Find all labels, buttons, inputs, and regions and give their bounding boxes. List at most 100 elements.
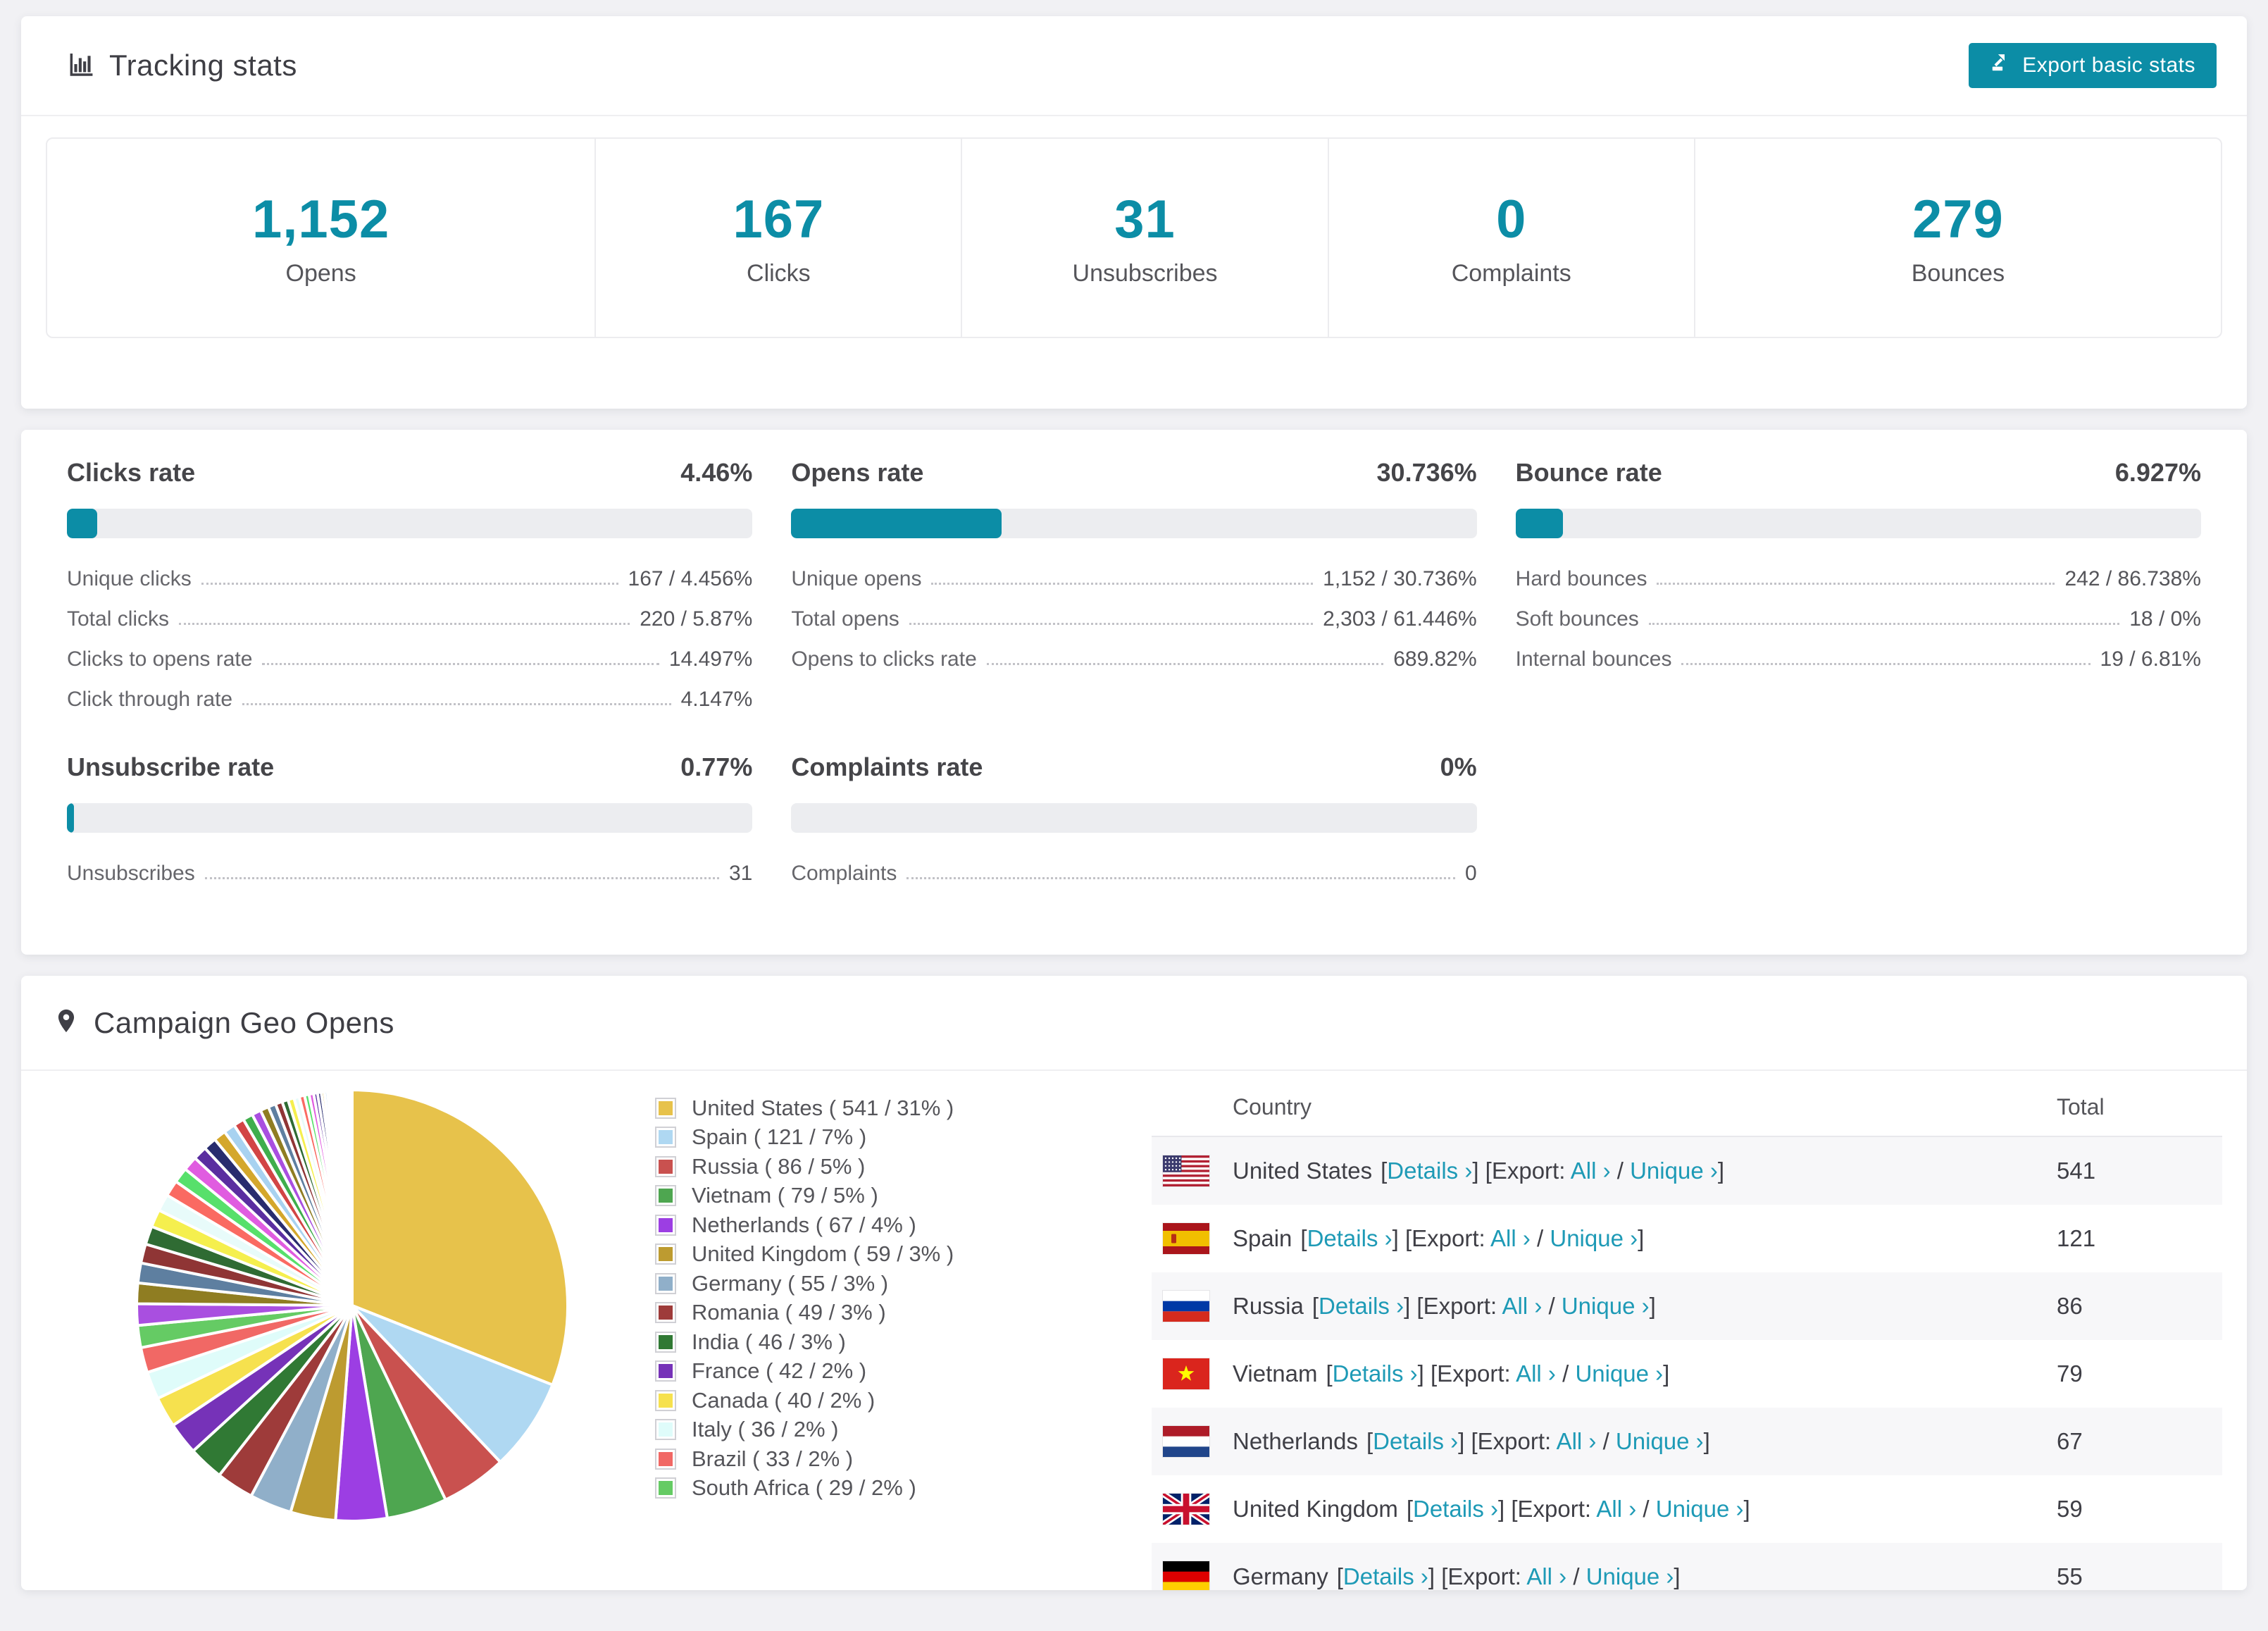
progress-bar-unsubscribe-rate [67, 803, 753, 833]
rate-block-complaints-rate: Complaints rate 0% Complaints 0 [791, 752, 1477, 886]
rate-row-internal-bounces: Internal bounces 19 / 6.81% [1516, 631, 2201, 671]
legend-item-south-africa[interactable]: South Africa ( 29 / 2% ) [655, 1474, 954, 1503]
legend-label-vietnam: Vietnam ( 79 / 5% ) [692, 1183, 878, 1208]
country-name: Spain [1233, 1225, 1292, 1251]
rate-row-value: 242 / 86.738% [2064, 567, 2201, 590]
details-link[interactable]: Details › [1373, 1428, 1458, 1454]
legend-item-russia[interactable]: Russia ( 86 / 5% ) [655, 1152, 954, 1182]
tracking-stats-card: Tracking stats Export basic stats 1,152 O… [21, 16, 2247, 409]
rate-row-value: 1,152 / 30.736% [1323, 567, 1477, 590]
dotted-leader [986, 663, 1384, 665]
details-link[interactable]: Details › [1333, 1360, 1418, 1387]
legend-item-vietnam[interactable]: Vietnam ( 79 / 5% ) [655, 1182, 954, 1211]
stat-label-unsubscribes: Unsubscribes [1072, 259, 1218, 287]
rate-block-unsubscribe-rate: Unsubscribe rate 0.77% Unsubscribes 31 [67, 752, 753, 886]
rate-title-clicks-rate: Clicks rate [67, 458, 196, 487]
legend-item-brazil[interactable]: Brazil ( 33 / 2% ) [655, 1444, 954, 1474]
rate-value-bounce-rate: 6.927% [2114, 458, 2201, 487]
export-all-link[interactable]: All › [1596, 1496, 1636, 1522]
country-total: 121 [2057, 1225, 2096, 1251]
details-link[interactable]: Details › [1319, 1293, 1404, 1319]
tracking-stats-header: Tracking stats Export basic stats [21, 16, 2247, 116]
country-total: 86 [2057, 1293, 2083, 1319]
rate-row-total-opens: Total opens 2,303 / 61.446% [791, 591, 1476, 631]
stat-cell-clicks: 167 Clicks [596, 139, 963, 337]
export-unique-link[interactable]: Unique › [1550, 1225, 1638, 1251]
legend-swatch-south-africa [655, 1477, 676, 1499]
details-link[interactable]: Details › [1307, 1225, 1392, 1251]
export-all-link[interactable]: All › [1516, 1360, 1556, 1387]
country-total: 59 [2057, 1496, 2083, 1522]
export-unique-link[interactable]: Unique › [1562, 1293, 1650, 1319]
rate-row-value: 18 / 0% [2129, 607, 2201, 631]
export-all-link[interactable]: All › [1526, 1563, 1566, 1589]
export-unique-link[interactable]: Unique › [1575, 1360, 1663, 1387]
stat-value-complaints: 0 [1496, 189, 1527, 249]
country-cell: United States [Details ›] [Export: All › … [1152, 1155, 2057, 1186]
pie-slice-other[interactable] [349, 1088, 354, 1306]
stat-value-bounces: 279 [1912, 189, 2004, 249]
rate-row-unique-opens: Unique opens 1,152 / 30.736% [791, 551, 1476, 591]
rate-row-value: 0 [1464, 862, 1477, 885]
legend-item-netherlands[interactable]: Netherlands ( 67 / 4% ) [655, 1210, 954, 1240]
dotted-leader [242, 703, 671, 705]
rate-row-label: Unsubscribes [67, 862, 195, 885]
legend-label-netherlands: Netherlands ( 67 / 4% ) [692, 1212, 916, 1237]
rate-row-label: Hard bounces [1515, 567, 1647, 590]
table-row-russia: Russia [Details ›] [Export: All › / Uniqu… [1152, 1272, 2222, 1340]
rate-row-clicks-to-opens-rate: Clicks to opens rate 14.497% [67, 631, 752, 671]
country-links: [Details ›] [Export: All › / Unique ›] [1381, 1158, 1724, 1184]
rate-row-unique-clicks: Unique clicks 167 / 4.456% [67, 551, 752, 591]
rate-title-bounce-rate: Bounce rate [1515, 458, 1662, 487]
bar-chart-icon [67, 51, 94, 81]
map-pin-icon [53, 1007, 80, 1038]
rate-value-clicks-rate: 4.46% [680, 458, 753, 487]
legend-item-india[interactable]: India ( 46 / 3% ) [655, 1327, 954, 1357]
export-basic-stats-button[interactable]: Export basic stats [1969, 43, 2217, 88]
legend-item-canada[interactable]: Canada ( 40 / 2% ) [655, 1386, 954, 1415]
legend-item-france[interactable]: France ( 42 / 2% ) [655, 1357, 954, 1387]
legend-swatch-italy [655, 1419, 676, 1441]
rates-card: Clicks rate 4.46% Unique clicks 167 / 4.456… [21, 430, 2247, 955]
export-all-link[interactable]: All › [1490, 1225, 1531, 1251]
stat-value-clicks: 167 [733, 189, 825, 249]
flag-nl-icon [1163, 1426, 1209, 1457]
legend-item-spain[interactable]: Spain ( 121 / 7% ) [655, 1123, 954, 1153]
details-link[interactable]: Details › [1387, 1158, 1472, 1184]
export-unique-link[interactable]: Unique › [1586, 1563, 1674, 1589]
export-unique-link[interactable]: Unique › [1616, 1428, 1704, 1454]
geo-table: Country Total United States [Details ›] [… [1152, 1078, 2222, 1590]
rate-row-unsubscribes: Unsubscribes 31 [67, 845, 752, 886]
stat-label-complaints: Complaints [1451, 259, 1571, 287]
country-name: Vietnam [1233, 1360, 1318, 1387]
rate-row-value: 4.147% [680, 688, 753, 711]
geo-table-header: Country Total [1152, 1078, 2222, 1137]
country-column-header: Country [1233, 1093, 1312, 1120]
country-name: Germany [1233, 1563, 1328, 1589]
table-row-netherlands: Netherlands [Details ›] [Export: All › / … [1152, 1408, 2222, 1475]
legend-item-romania[interactable]: Romania ( 49 / 3% ) [655, 1298, 954, 1328]
export-unique-link[interactable]: Unique › [1630, 1158, 1718, 1184]
legend-label-south-africa: South Africa ( 29 / 2% ) [692, 1475, 916, 1501]
export-unique-link[interactable]: Unique › [1656, 1496, 1744, 1522]
rate-block-bounce-rate: Bounce rate 6.927% Hard bounces 242 / 86.73… [1515, 458, 2201, 712]
legend-item-united-states[interactable]: United States ( 541 / 31% ) [655, 1093, 954, 1123]
legend-swatch-france [655, 1360, 676, 1382]
details-link[interactable]: Details › [1343, 1563, 1428, 1589]
country-links: [Details ›] [Export: All › / Unique ›] [1300, 1225, 1645, 1251]
legend-item-united-kingdom[interactable]: United Kingdom ( 59 / 3% ) [655, 1240, 954, 1270]
details-link[interactable]: Details › [1413, 1496, 1498, 1522]
country-total: 541 [2057, 1158, 2096, 1184]
export-all-link[interactable]: All › [1557, 1428, 1597, 1454]
dotted-leader [201, 583, 618, 585]
rate-row-label: Total opens [791, 607, 899, 631]
legend-label-spain: Spain ( 121 / 7% ) [692, 1124, 867, 1150]
export-all-link[interactable]: All › [1502, 1293, 1542, 1319]
export-all-link[interactable]: All › [1571, 1158, 1611, 1184]
legend-item-germany[interactable]: Germany ( 55 / 3% ) [655, 1269, 954, 1298]
dotted-leader [262, 663, 659, 665]
legend-item-italy[interactable]: Italy ( 36 / 2% ) [655, 1415, 954, 1445]
legend-label-canada: Canada ( 40 / 2% ) [692, 1387, 876, 1413]
table-row-spain: Spain [Details ›] [Export: All › / Unique… [1152, 1205, 2222, 1272]
rate-row-label: Unique opens [791, 567, 922, 590]
